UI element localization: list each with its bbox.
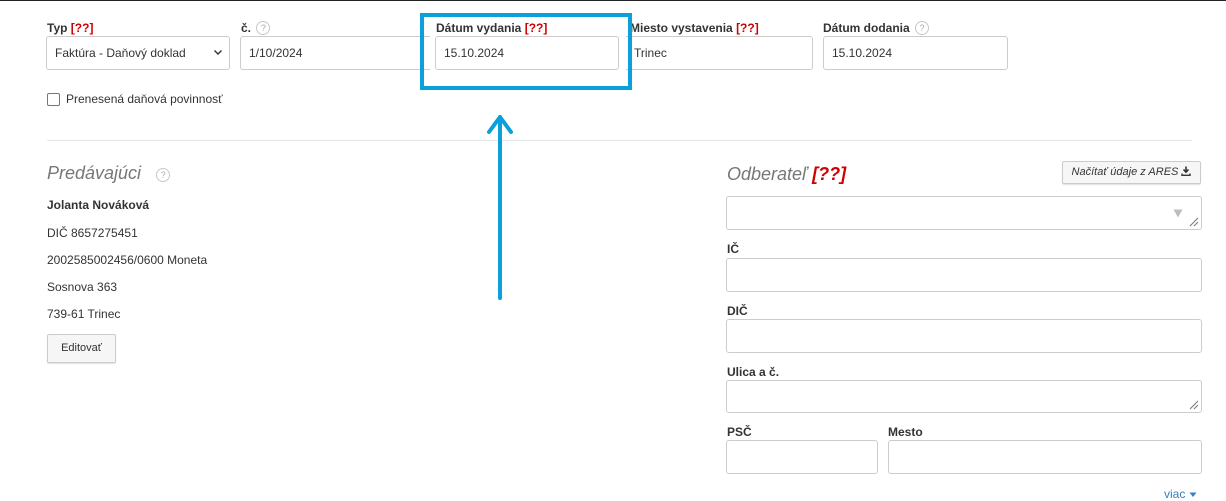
- seller-city: 739-61 Trinec: [47, 307, 121, 321]
- datum-dodania-label: Dátum dodania ?: [823, 21, 930, 35]
- street-input[interactable]: [726, 380, 1202, 413]
- resize-handle-icon[interactable]: [1187, 398, 1199, 410]
- up-arrow-icon: [487, 115, 513, 300]
- psc-label: PSČ: [727, 425, 752, 439]
- edit-seller-button[interactable]: Editovať: [47, 334, 116, 363]
- top-border: [0, 0, 1226, 1]
- resize-handle-icon[interactable]: [1187, 215, 1199, 227]
- typ-select[interactable]: Faktúra - Daňový doklad: [46, 36, 230, 70]
- seller-street: Sosnova 363: [47, 280, 118, 294]
- reverse-charge-label[interactable]: Prenesená daňová povinnosť: [66, 92, 223, 106]
- cislo-label: č. ?: [241, 21, 271, 35]
- dic-input[interactable]: [726, 319, 1202, 353]
- dropdown-triangle-icon: [1173, 209, 1183, 218]
- seller-account: 2002585002456/0600 Moneta: [47, 253, 208, 267]
- psc-input[interactable]: [726, 440, 878, 474]
- caret-down-icon: [1189, 492, 1197, 497]
- ares-button[interactable]: Načítať údaje z ARES: [1062, 161, 1201, 184]
- ico-label: IČ: [727, 242, 739, 256]
- dic-label: DIČ: [727, 304, 748, 318]
- ico-input[interactable]: [726, 258, 1202, 292]
- highlight-box: [420, 13, 632, 90]
- seller-dic: DIČ 8657275451: [47, 226, 138, 240]
- mesto-label: Mesto: [888, 425, 923, 439]
- help-icon[interactable]: ?: [156, 168, 171, 182]
- seller-name: Jolanta Nováková: [47, 198, 150, 212]
- chevron-down-icon: [214, 50, 222, 55]
- reverse-charge-checkbox[interactable]: [47, 93, 60, 106]
- typ-label: Typ [??]: [47, 21, 94, 35]
- download-icon: [1181, 166, 1192, 176]
- buyer-name-select[interactable]: [726, 196, 1202, 230]
- street-label: Ulica a č.: [727, 365, 780, 379]
- help-icon[interactable]: ?: [915, 21, 930, 35]
- seller-title: Predávajúci ?: [47, 163, 171, 184]
- cislo-input[interactable]: 1/10/2024: [240, 36, 430, 70]
- mesto-input[interactable]: [888, 440, 1202, 474]
- divider: [47, 140, 1192, 141]
- help-icon[interactable]: ?: [256, 21, 271, 35]
- more-link[interactable]: viac: [1164, 487, 1197, 501]
- datum-dodania-input[interactable]: 15.10.2024: [823, 36, 1008, 70]
- miesto-label: Miesto vystavenia [??]: [630, 21, 759, 35]
- buyer-title: Odberateľ [??]: [727, 164, 847, 184]
- miesto-input[interactable]: Trinec: [626, 36, 813, 70]
